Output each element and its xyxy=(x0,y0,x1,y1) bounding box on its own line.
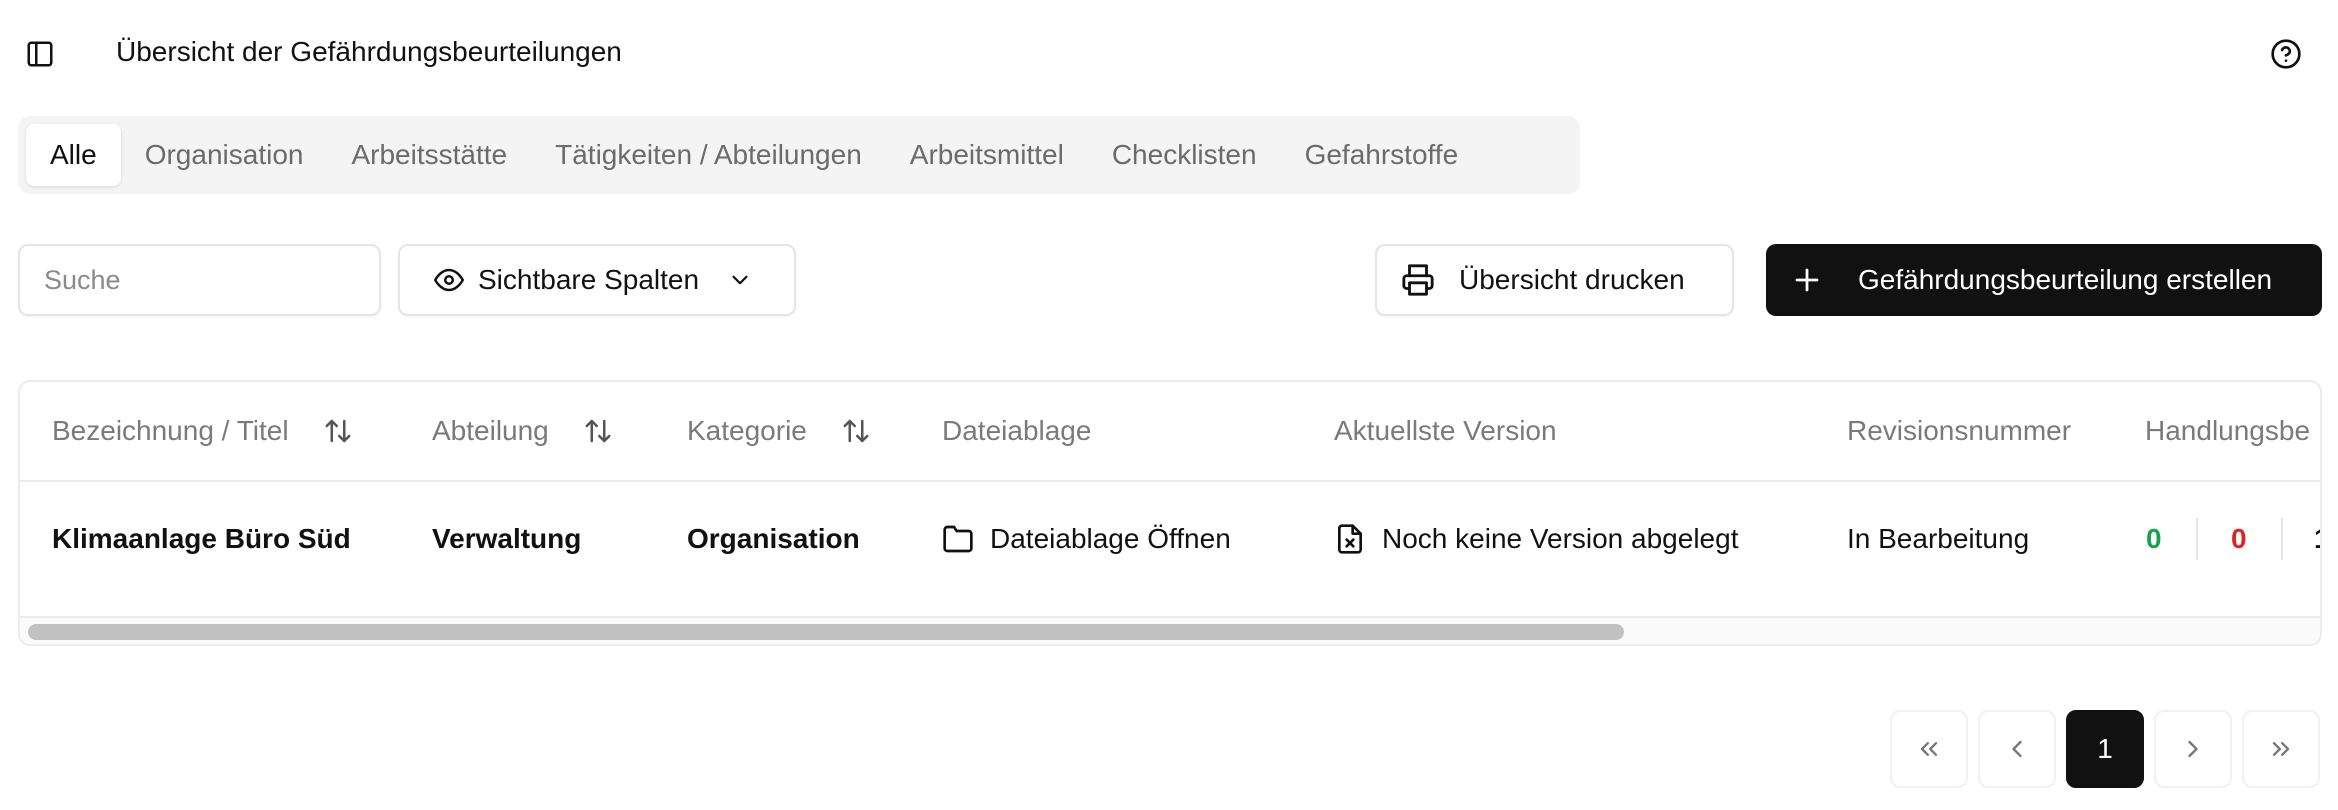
tab-arbeitsstaette[interactable]: Arbeitsstätte xyxy=(327,124,531,186)
column-header-department: Abteilung xyxy=(432,382,613,480)
first-page-button[interactable] xyxy=(1890,710,1968,788)
column-header-file-storage: Dateiablage xyxy=(942,415,1092,446)
category-tabs: Alle Organisation Arbeitsstätte Tätigkei… xyxy=(18,116,1580,194)
file-storage-label: Dateiablage Öffnen xyxy=(990,523,1231,554)
sidebar-panel-icon xyxy=(25,39,55,69)
sidebar-toggle-button[interactable] xyxy=(20,34,60,74)
open-file-storage-link[interactable]: Dateiablage Öffnen xyxy=(942,482,1231,596)
create-assessment-label: Gefährdungsbeurteilung erstellen xyxy=(1858,264,2273,295)
horizontal-scrollbar[interactable] xyxy=(20,616,2320,644)
tab-alle[interactable]: Alle xyxy=(26,124,121,186)
visible-columns-button[interactable]: Sichtbare Spalten xyxy=(398,244,796,316)
tab-organisation[interactable]: Organisation xyxy=(121,124,328,186)
scrollbar-thumb[interactable] xyxy=(28,624,1624,640)
page: Übersicht der Gefährdungsbeurteilungen A… xyxy=(0,0,2338,810)
count-divider xyxy=(2281,518,2283,560)
column-header-label: Kategorie xyxy=(687,415,807,446)
tab-taetigkeiten-abteilungen[interactable]: Tätigkeiten / Abteilungen xyxy=(531,124,886,186)
visible-columns-label: Sichtbare Spalten xyxy=(478,264,700,295)
column-header-category: Kategorie xyxy=(687,382,871,480)
create-assessment-button[interactable]: Gefährdungsbeurteilung erstellen xyxy=(1766,244,2322,316)
tab-checklisten[interactable]: Checklisten xyxy=(1088,124,1281,186)
table-header: Bezeichnung / Titel Abteilung Kategorie xyxy=(20,382,2320,482)
sort-arrows-icon[interactable] xyxy=(583,416,613,446)
assessments-table: Bezeichnung / Titel Abteilung Kategorie xyxy=(18,380,2322,646)
tab-gefahrstoffe[interactable]: Gefahrstoffe xyxy=(1281,124,1483,186)
page-title: Übersicht der Gefährdungsbeurteilungen xyxy=(116,36,622,67)
cell-latest-version: Noch keine Version abgelegt xyxy=(1334,482,1738,596)
search-input[interactable] xyxy=(18,244,381,316)
count-green: 0 xyxy=(2146,523,2162,554)
chevron-right-icon xyxy=(2179,735,2207,763)
cell-revision: In Bearbeitung xyxy=(1847,523,2030,554)
chevrons-right-icon xyxy=(2267,735,2295,763)
count-red: 0 xyxy=(2231,523,2247,554)
help-button[interactable] xyxy=(2264,32,2308,76)
print-overview-label: Übersicht drucken xyxy=(1459,264,1685,295)
count-divider xyxy=(2196,518,2198,560)
help-circle-icon xyxy=(2270,38,2302,70)
eye-icon xyxy=(434,265,464,295)
chevron-down-icon xyxy=(727,267,753,293)
cell-category: Organisation xyxy=(687,523,860,554)
current-page-button[interactable]: 1 xyxy=(2066,710,2144,788)
print-overview-button[interactable]: Übersicht drucken xyxy=(1375,244,1734,316)
sort-arrows-icon[interactable] xyxy=(323,416,353,446)
plus-icon xyxy=(1792,265,1822,295)
next-page-button[interactable] xyxy=(2154,710,2232,788)
file-x-icon xyxy=(1334,523,1366,555)
column-header-latest-version: Aktuellste Version xyxy=(1334,415,1557,446)
chevrons-left-icon xyxy=(1915,735,1943,763)
count-neutral: 1 xyxy=(2314,482,2320,596)
tab-arbeitsmittel[interactable]: Arbeitsmittel xyxy=(886,124,1088,186)
column-header-label: Bezeichnung / Titel xyxy=(52,415,289,446)
column-header-revision: Revisionsnummer xyxy=(1847,415,2072,446)
chevron-left-icon xyxy=(2003,735,2031,763)
folder-icon xyxy=(942,523,974,555)
cell-department: Verwaltung xyxy=(432,523,582,554)
last-page-button[interactable] xyxy=(2242,710,2320,788)
table-row[interactable]: Klimaanlage Büro Süd Verwaltung Organisa… xyxy=(20,482,2320,596)
cell-title: Klimaanlage Büro Süd xyxy=(52,523,351,554)
sort-arrows-icon[interactable] xyxy=(841,416,871,446)
column-header-actions: Handlungsbe xyxy=(2145,415,2311,446)
printer-icon xyxy=(1401,263,1435,297)
column-header-label: Abteilung xyxy=(432,415,549,446)
column-header-title: Bezeichnung / Titel xyxy=(52,382,353,480)
latest-version-label: Noch keine Version abgelegt xyxy=(1382,523,1739,554)
previous-page-button[interactable] xyxy=(1978,710,2056,788)
